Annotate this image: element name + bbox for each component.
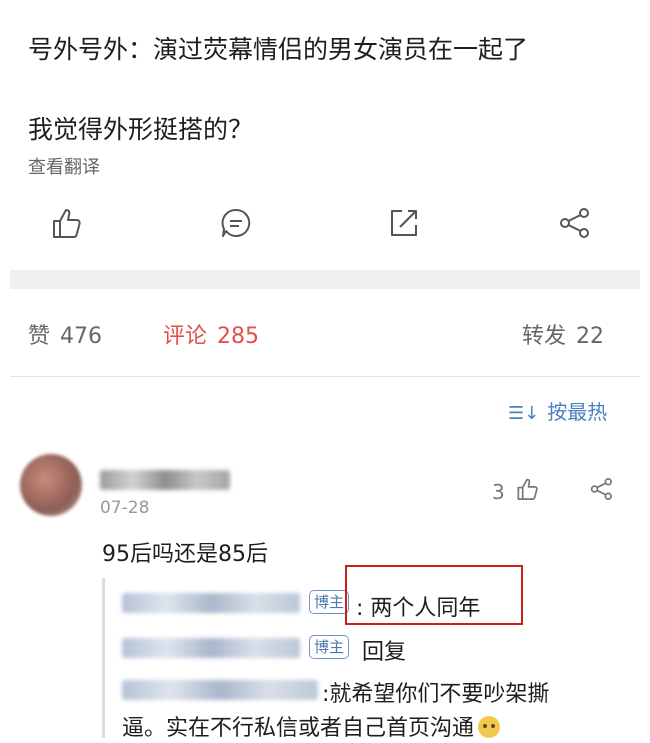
blogger-badge: 博主	[309, 590, 350, 614]
comment-icon[interactable]	[218, 205, 254, 241]
likes-stat[interactable]: 赞 476	[28, 318, 102, 350]
sort-button[interactable]: ☰↓ 按最热	[508, 396, 607, 425]
comments-tab[interactable]: 评论 285	[163, 318, 259, 350]
thumb-up-icon[interactable]	[48, 205, 84, 241]
reply-thread-bar	[102, 578, 105, 738]
stats-divider	[10, 376, 640, 377]
comments-count: 285	[217, 324, 260, 349]
translate-link[interactable]: 查看翻译	[28, 153, 100, 179]
sweat-smile-emoji-icon	[478, 716, 501, 738]
comment-like-count: 3	[492, 480, 505, 504]
comment-date: 07-28	[100, 498, 150, 518]
reply-text: 回复	[362, 640, 407, 665]
reposts-label: 转发	[522, 324, 567, 349]
comment-share-icon[interactable]	[588, 476, 614, 502]
sort-label: 按最热	[547, 400, 608, 424]
comment-text: 95后吗还是85后	[102, 542, 268, 567]
reposts-count: 22	[576, 324, 605, 349]
section-divider	[10, 270, 640, 289]
reply-author-blurred[interactable]	[122, 680, 318, 700]
sort-icon: ☰↓	[508, 403, 540, 424]
share-network-icon[interactable]	[556, 205, 592, 241]
likes-count: 476	[60, 324, 103, 349]
commenter-name-blurred[interactable]	[100, 470, 230, 490]
blogger-badge: 博主	[309, 635, 350, 659]
post-text-line-1: 号外号外：演过荧幕情侣的男女演员在一起了	[28, 35, 529, 64]
share-out-icon[interactable]	[386, 205, 422, 241]
comment-like-icon[interactable]	[514, 476, 540, 502]
comments-label: 评论	[163, 324, 208, 349]
post-text-line-2: 我觉得外形挺搭的？	[28, 115, 254, 144]
reply-text-line-2: 逼。实在不行私信或者自己首页沟通	[122, 716, 475, 741]
reply-author-blurred[interactable]	[122, 638, 300, 658]
likes-label: 赞	[28, 324, 51, 349]
highlight-box	[345, 565, 523, 625]
reply-text-line-2-wrap: 逼。实在不行私信或者自己首页沟通	[122, 710, 501, 742]
reply-author-blurred[interactable]	[122, 593, 300, 613]
reply-text-line-1: :就希望你们不要吵架撕	[322, 682, 550, 707]
avatar[interactable]	[20, 454, 82, 516]
reposts-stat[interactable]: 转发 22	[522, 318, 604, 350]
